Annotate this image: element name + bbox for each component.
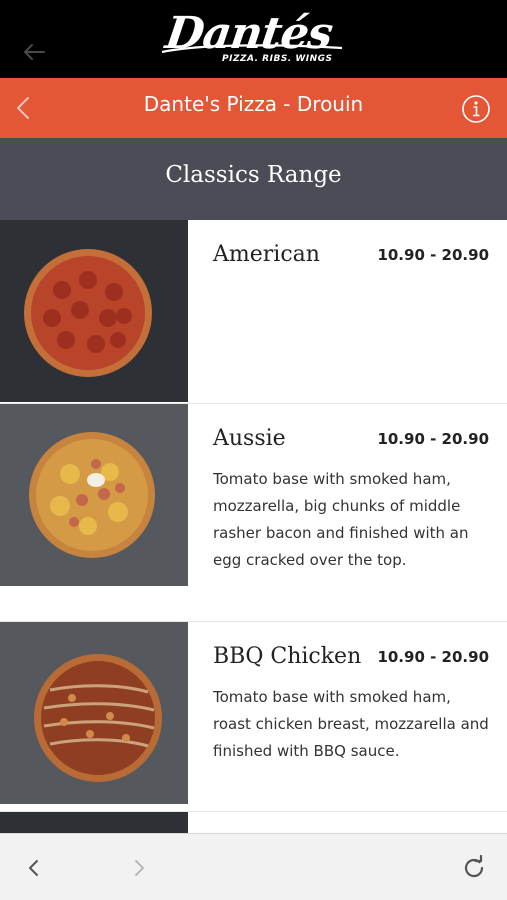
item-description: Tomato base with smoked ham, roast chick…	[213, 688, 489, 760]
menu-item-aussie[interactable]: Aussie 10.90 - 20.90 Tomato base with sm…	[0, 404, 507, 622]
item-price: 10.90 - 20.90	[377, 648, 489, 666]
brand-logo: Dantés PIZZA. RIBS. WINGS	[160, 6, 350, 72]
pizza-image	[0, 622, 188, 804]
item-price: 10.90 - 20.90	[377, 246, 489, 264]
chevron-right-icon[interactable]	[125, 854, 153, 882]
item-name: BBQ Chicken	[213, 644, 362, 669]
reload-icon[interactable]	[460, 854, 488, 882]
pizza-image	[0, 220, 188, 402]
item-description: Tomato base with smoked ham, mozzarella,…	[213, 470, 469, 569]
menu-item-bbq-chicken[interactable]: BBQ Chicken 10.90 - 20.90 Tomato base wi…	[0, 622, 507, 812]
page-title: Dante's Pizza - Drouin	[143, 92, 364, 116]
item-name: Aussie	[213, 426, 286, 451]
logo-tagline: PIZZA. RIBS. WINGS	[222, 54, 333, 64]
item-name: American	[213, 242, 320, 267]
chevron-left-icon[interactable]	[20, 854, 48, 882]
info-icon[interactable]	[461, 94, 491, 124]
brand-bar: Dantés PIZZA. RIBS. WINGS	[0, 0, 507, 78]
section-title: Classics Range	[165, 162, 342, 188]
menu-item-american[interactable]: American 10.90 - 20.90	[0, 220, 507, 404]
item-price: 10.90 - 20.90	[377, 430, 489, 448]
browser-toolbar	[0, 833, 507, 900]
section-header: Classics Range	[0, 138, 507, 220]
pizza-image	[0, 404, 188, 586]
store-header: Dante's Pizza - Drouin	[0, 78, 507, 138]
arrow-left-icon[interactable]	[20, 38, 48, 66]
